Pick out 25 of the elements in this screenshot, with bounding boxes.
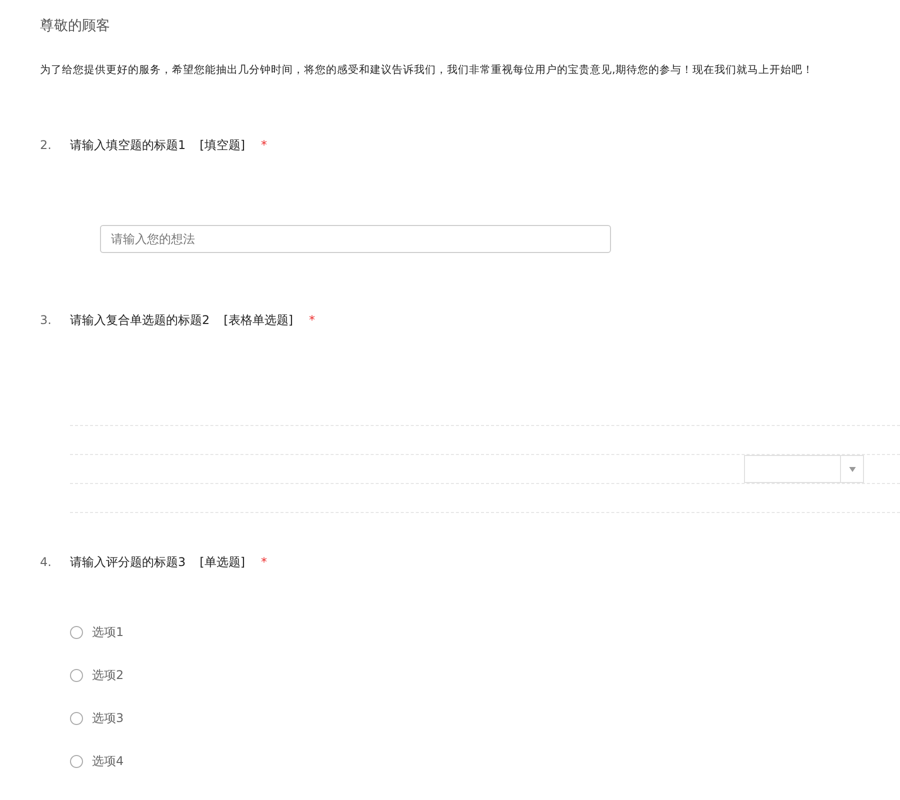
option-label: 选项3: [92, 710, 124, 726]
radio-button[interactable]: [70, 626, 83, 638]
survey-title: 尊敬的顾客: [40, 17, 111, 36]
question-type: [表格单选题]: [224, 312, 294, 329]
option-label: 选项4: [92, 752, 124, 770]
option-label: 选项1: [92, 624, 124, 640]
required-mark: *: [261, 137, 268, 154]
radio-button[interactable]: [70, 668, 83, 682]
question-type: [单选题]: [200, 554, 246, 571]
question-title: 请输入复合单选题的标题2: [70, 312, 210, 329]
question-number: 3.: [40, 312, 52, 329]
intro-text: 为了给您提供更好的服务，希望您能抽出几分钟时间，将您的感受和建议告诉我们，我们非常重视每位用户的宝贵意见,期待您的参与！现在我们就马上开始吧！: [40, 63, 814, 78]
radio-button[interactable]: [70, 712, 83, 724]
dropdown[interactable]: [744, 455, 864, 483]
question-title: 请输入填空题的标题1: [70, 137, 186, 154]
question-title: 请输入评分题的标题3: [70, 554, 186, 571]
question-number: 2.: [40, 137, 52, 154]
required-mark: *: [261, 554, 268, 571]
required-mark: *: [309, 312, 316, 329]
input-field[interactable]: 请输入您的想法: [100, 225, 611, 253]
option-label: 选项2: [92, 666, 124, 684]
caret-icon: [848, 466, 856, 472]
question-type: [填空题]: [200, 137, 246, 154]
radio-button[interactable]: [70, 754, 83, 768]
question-number: 4.: [40, 554, 52, 571]
